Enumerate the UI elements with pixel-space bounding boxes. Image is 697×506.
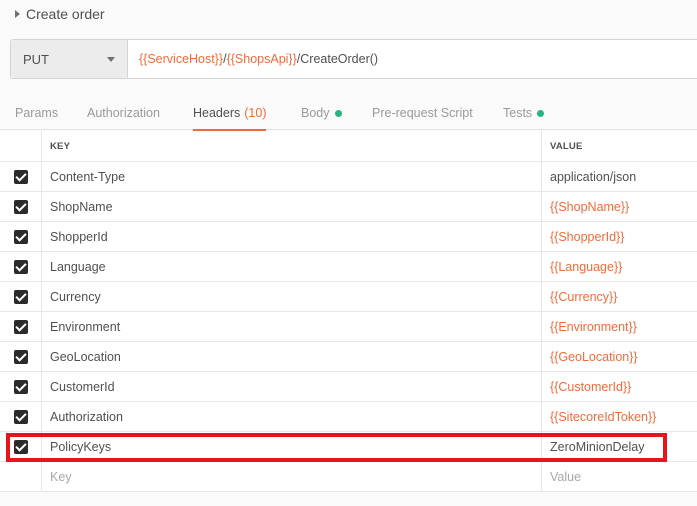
method-select[interactable]: PUT <box>11 40 128 78</box>
row-checkbox-cell <box>0 192 42 221</box>
row-checkbox-cell <box>0 312 42 341</box>
row-checkbox[interactable] <box>13 349 28 364</box>
tab-tests[interactable]: Tests <box>503 96 545 130</box>
tab-params[interactable]: Params <box>15 96 58 130</box>
new-header-row: Key Value <box>0 462 697 492</box>
table-row: ShopName {{ShopName}} <box>0 192 697 222</box>
row-checkbox-cell <box>0 252 42 281</box>
row-checkbox[interactable] <box>13 379 28 394</box>
header-key-input[interactable]: Language <box>42 252 542 281</box>
tab-body[interactable]: Body <box>301 96 342 130</box>
row-checkbox-cell <box>0 372 42 401</box>
row-checkbox[interactable] <box>13 169 28 184</box>
row-checkbox[interactable] <box>13 229 28 244</box>
headers-table: KEY VALUE Content-Type application/json Shop… <box>0 131 697 492</box>
bottom-area <box>0 492 697 506</box>
table-row: CustomerId {{CustomerId}} <box>0 372 697 402</box>
tab-label: Pre-request Script <box>372 106 473 120</box>
url-variable: {{ServiceHost}} <box>139 52 224 66</box>
value-column-header: VALUE <box>550 140 583 152</box>
tab-count-badge: (10) <box>244 106 267 120</box>
key-column-header: KEY <box>42 131 542 161</box>
header-key-input[interactable]: GeoLocation <box>42 342 542 371</box>
table-row: Content-Type application/json <box>0 162 697 192</box>
header-value-input[interactable]: {{GeoLocation}} <box>542 342 697 371</box>
request-tabs: Params Authorization Headers (10) Body Pre-re… <box>0 96 697 131</box>
row-checkbox[interactable] <box>13 319 28 334</box>
table-row: Environment {{Environment}} <box>0 312 697 342</box>
header-key-input[interactable]: CustomerId <box>42 372 542 401</box>
row-checkbox[interactable] <box>13 199 28 214</box>
tab-headers[interactable]: Headers (10) <box>193 96 267 131</box>
header-check-cell <box>0 131 42 161</box>
row-checkbox-cell <box>0 282 42 311</box>
url-variable: {{ShopsApi}} <box>226 52 297 66</box>
table-row: ShopperId {{ShopperId}} <box>0 222 697 252</box>
tab-label: Headers <box>193 106 241 120</box>
url-input[interactable]: {{ServiceHost}} / {{ShopsApi}}/CreateOrder… <box>128 40 378 78</box>
header-value-input[interactable]: {{Currency}} <box>542 282 697 311</box>
header-key-input[interactable]: ShopName <box>42 192 542 221</box>
status-dot-icon <box>334 109 342 117</box>
header-value-input[interactable]: ZeroMinionDelay <box>542 432 697 461</box>
header-key-input[interactable]: Environment <box>42 312 542 341</box>
row-checkbox[interactable] <box>13 259 28 274</box>
method-label: PUT <box>23 51 49 67</box>
table-header-row: KEY VALUE <box>0 131 697 162</box>
table-row: Language {{Language}} <box>0 252 697 282</box>
tab-label: Tests <box>503 106 533 120</box>
caret-right-icon[interactable] <box>15 10 20 18</box>
header-value-input[interactable]: {{SitecoreIdToken}} <box>542 402 697 431</box>
row-checkbox-cell <box>0 402 42 431</box>
row-checkbox-cell <box>0 222 42 251</box>
row-checkbox[interactable] <box>13 409 28 424</box>
header-key-input[interactable]: PolicyKeys <box>42 432 542 461</box>
status-dot-icon <box>537 109 545 117</box>
row-checkbox-cell <box>0 162 42 191</box>
request-title-bar[interactable]: Create order <box>0 0 697 28</box>
new-value-input[interactable]: Value <box>542 462 697 491</box>
url-bar: PUT {{ServiceHost}} / {{ShopsApi}}/CreateO… <box>10 39 697 79</box>
table-row: GeoLocation {{GeoLocation}} <box>0 342 697 372</box>
request-title: Create order <box>26 6 105 22</box>
header-key-input[interactable]: ShopperId <box>42 222 542 251</box>
row-checkbox-cell <box>0 432 42 461</box>
table-row: Currency {{Currency}} <box>0 282 697 312</box>
tab-label: Params <box>15 106 59 120</box>
header-value-input[interactable]: {{ShopperId}} <box>542 222 697 251</box>
table-row: PolicyKeys ZeroMinionDelay <box>0 432 697 462</box>
header-value-input[interactable]: {{Language}} <box>542 252 697 281</box>
header-value-input[interactable]: {{CustomerId}} <box>542 372 697 401</box>
row-checkbox[interactable] <box>13 439 28 454</box>
header-value-input[interactable]: {{Environment}} <box>542 312 697 341</box>
header-key-input[interactable]: Content-Type <box>42 162 542 191</box>
row-checkbox-cell <box>0 342 42 371</box>
row-checkbox[interactable] <box>13 289 28 304</box>
header-key-input[interactable]: Currency <box>42 282 542 311</box>
header-value-input[interactable]: application/json <box>542 162 697 191</box>
tab-pre-request-script[interactable]: Pre-request Script <box>372 96 473 130</box>
table-row: Authorization {{SitecoreIdToken}} <box>0 402 697 432</box>
tab-label: Body <box>301 106 330 120</box>
chevron-down-icon <box>107 56 115 62</box>
tab-authorization[interactable]: Authorization <box>87 96 160 130</box>
header-key-input[interactable]: Authorization <box>42 402 542 431</box>
url-text: /CreateOrder() <box>296 52 379 66</box>
new-row-check-cell <box>0 462 42 491</box>
new-key-input[interactable]: Key <box>42 462 542 491</box>
header-value-input[interactable]: {{ShopName}} <box>542 192 697 221</box>
tab-label: Authorization <box>87 106 160 120</box>
